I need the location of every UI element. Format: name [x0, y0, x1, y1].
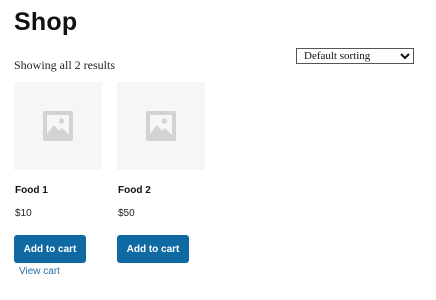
product-card: Food 2 $50 Add to cart: [117, 82, 207, 263]
product-name[interactable]: Food 1: [15, 185, 48, 196]
product-thumbnail[interactable]: [117, 82, 205, 170]
view-cart-link[interactable]: View cart: [19, 266, 60, 277]
add-to-cart-button[interactable]: Add to cart: [117, 235, 189, 263]
page-title: Shop: [14, 8, 78, 36]
product-price: $10: [15, 208, 32, 219]
product-card: Food 1 $10 Add to cart View cart: [14, 82, 104, 277]
placeholder-image-icon: [146, 111, 176, 141]
product-name[interactable]: Food 2: [118, 185, 151, 196]
placeholder-image-icon: [43, 111, 73, 141]
sorting-select[interactable]: Default sorting: [296, 48, 414, 64]
add-to-cart-button[interactable]: Add to cart: [14, 235, 86, 263]
result-count: Showing all 2 results: [14, 58, 115, 72]
product-price: $50: [118, 208, 135, 219]
product-thumbnail[interactable]: [14, 82, 102, 170]
